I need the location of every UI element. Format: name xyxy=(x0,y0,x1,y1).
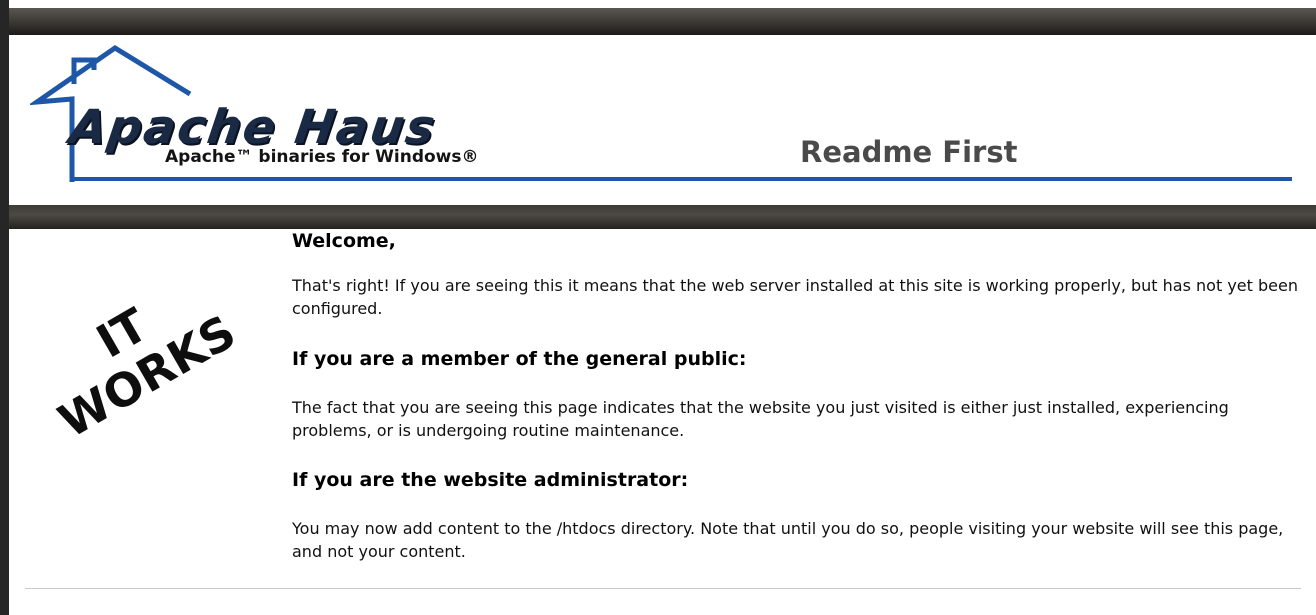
left-border xyxy=(0,0,9,615)
intro-paragraph: That's right! If you are seeing this it … xyxy=(292,276,1298,318)
public-paragraph: The fact that you are seeing this page i… xyxy=(292,398,1229,440)
footer-divider xyxy=(25,588,1301,589)
logo-tagline: Apache™ binaries for Windows® xyxy=(165,147,479,167)
public-heading: If you are a member of the general publi… xyxy=(292,348,747,370)
top-bar xyxy=(9,8,1316,35)
header-underline xyxy=(70,177,1292,181)
page-title: Readme First xyxy=(800,135,1018,169)
welcome-heading: Welcome, xyxy=(292,230,396,252)
admin-paragraph: You may now add content to the /htdocs d… xyxy=(292,519,1284,561)
content-top-bar xyxy=(9,205,1316,229)
it-works-badge: IT WORKS xyxy=(14,256,290,513)
admin-heading: If you are the website administrator: xyxy=(292,469,689,491)
